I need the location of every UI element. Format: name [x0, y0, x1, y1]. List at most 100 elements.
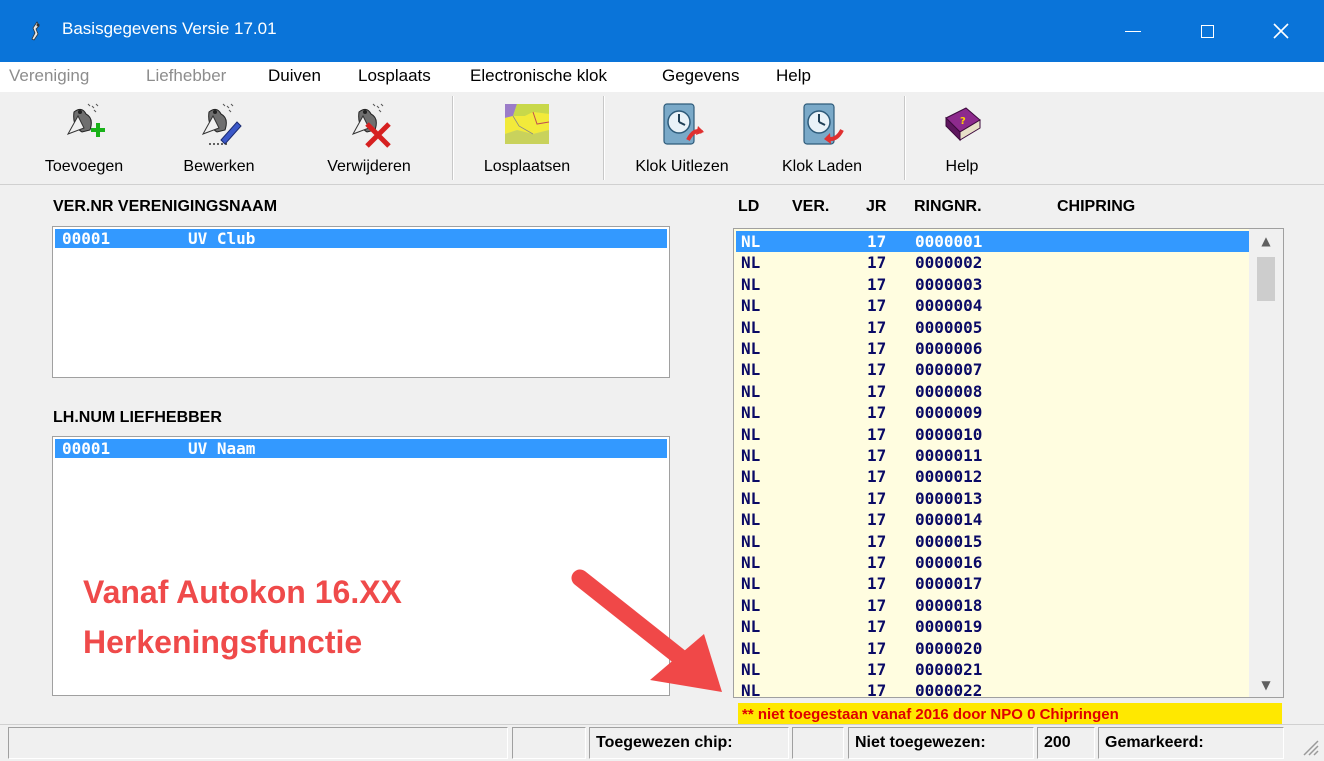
table-row[interactable]: NL 17 0000015	[736, 531, 1250, 552]
menu-gegevens[interactable]: Gegevens	[662, 66, 740, 86]
pigeon-ring-number: 0000019	[915, 617, 983, 637]
window-title: Basisgegevens Versie 17.01	[62, 19, 277, 38]
table-row[interactable]: NL 17 0000009	[736, 402, 1250, 423]
help-button[interactable]: ? Help	[922, 98, 1002, 180]
table-row[interactable]: NL 17 0000004	[736, 295, 1250, 316]
pigeon-ring-number: 0000011	[915, 446, 983, 465]
table-row[interactable]: NL 17 0000012	[736, 466, 1250, 487]
table-row[interactable]: NL 17 0000007	[736, 359, 1250, 380]
delete-button[interactable]: Verwijderen	[304, 98, 434, 180]
table-row[interactable]: NL 17 0000016	[736, 552, 1250, 573]
clubs-list[interactable]: 00001 UV Club	[52, 226, 670, 378]
table-row[interactable]: NL 17 0000010	[736, 424, 1250, 445]
pigeon-year: 17	[867, 595, 887, 615]
pigeon-country: NL	[741, 660, 761, 679]
table-row[interactable]: NL 17 0000001	[736, 231, 1250, 252]
table-row[interactable]: NL 17 0000019	[736, 616, 1250, 637]
delete-pigeon-icon	[351, 103, 391, 148]
table-row[interactable]: NL 17 0000005	[736, 317, 1250, 338]
pigeon-country: NL	[741, 296, 761, 316]
minimize-button[interactable]	[1096, 0, 1170, 62]
help-book-icon: ?	[945, 107, 981, 142]
add-button[interactable]: Toevoegen	[24, 98, 144, 180]
pigeon-year: 17	[867, 638, 887, 658]
pigeons-scrollbar[interactable]: ▲ ▼	[1249, 229, 1283, 697]
title-bar: Basisgegevens Versie 17.01	[0, 0, 1324, 62]
list-item[interactable]: 00001 UV Naam	[55, 439, 667, 458]
map-icon	[505, 104, 550, 144]
col-ver-nr: VER.NR	[53, 198, 114, 215]
pigeon-country: NL	[741, 638, 761, 658]
table-row[interactable]: NL 17 0000020	[736, 638, 1250, 659]
pigeon-year: 17	[867, 660, 887, 679]
col-ld: LD	[738, 198, 760, 215]
pigeon-year: 17	[867, 617, 887, 637]
assigned-chip-label: Toegewezen chip:	[589, 727, 789, 759]
resize-grip-icon[interactable]	[1298, 735, 1320, 757]
table-row[interactable]: NL 17 0000018	[736, 595, 1250, 616]
release-sites-label: Losplaatsen	[483, 158, 571, 175]
table-row[interactable]: NL 17 0000022	[736, 680, 1250, 698]
edit-button-label: Bewerken	[183, 158, 255, 175]
table-row[interactable]: NL 17 0000017	[736, 573, 1250, 594]
pigeon-country: NL	[741, 317, 761, 337]
scroll-down-icon[interactable]: ▼	[1249, 673, 1283, 697]
toolbar-separator	[452, 96, 454, 180]
col-chipring: CHIPRING	[1057, 198, 1136, 215]
pigeon-ring-number: 0000016	[915, 553, 983, 572]
table-row[interactable]: NL 17 0000008	[736, 381, 1250, 402]
fanciers-header: LH.NUM LIEFHEBBER	[53, 409, 222, 427]
pigeon-country: NL	[741, 274, 761, 294]
maximize-button[interactable]	[1170, 0, 1244, 62]
close-button[interactable]	[1244, 0, 1318, 62]
menu-help[interactable]: Help	[776, 66, 811, 86]
edit-button[interactable]: Bewerken	[164, 98, 274, 180]
status-cell-empty	[8, 727, 508, 759]
table-row[interactable]: NL 17 0000003	[736, 274, 1250, 295]
pigeon-country: NL	[741, 360, 761, 380]
release-sites-button[interactable]: Losplaatsen	[462, 98, 592, 180]
pigeon-year: 17	[867, 488, 887, 508]
menu-vereniging[interactable]: Vereniging	[9, 66, 89, 86]
pigeon-country: NL	[741, 446, 761, 465]
close-icon	[1273, 23, 1289, 39]
col-lh-num: LH.NUM	[53, 409, 116, 426]
table-row[interactable]: NL 17 0000013	[736, 488, 1250, 509]
clock-load-button[interactable]: Klok Laden	[762, 98, 882, 180]
table-row[interactable]: NL 17 0000011	[736, 445, 1250, 466]
pigeon-country: NL	[741, 595, 761, 615]
table-row[interactable]: NL 17 0000014	[736, 509, 1250, 530]
pigeon-ring-number: 0000006	[915, 339, 983, 358]
table-row[interactable]: NL 17 0000021	[736, 659, 1250, 680]
pigeon-year: 17	[867, 360, 887, 380]
col-verenigingsnaam: VERENIGINGSNAAM	[117, 198, 278, 215]
fancier-number: 00001	[62, 439, 111, 458]
col-ver: VER.	[792, 198, 830, 215]
table-row[interactable]: NL 17 0000006	[736, 338, 1250, 359]
scroll-thumb[interactable]	[1257, 257, 1275, 301]
col-liefhebber: LIEFHEBBER	[119, 409, 222, 426]
marked-label: Gemarkeerd:	[1098, 727, 1284, 759]
maximize-icon	[1200, 24, 1214, 38]
clock-read-button[interactable]: Klok Uitlezen	[612, 98, 752, 180]
pigeon-year: 17	[867, 681, 887, 698]
menu-duiven[interactable]: Duiven	[268, 66, 321, 86]
status-cell-empty	[512, 727, 586, 759]
pigeon-year: 17	[867, 381, 887, 401]
table-row[interactable]: NL 17 0000002	[736, 252, 1250, 273]
pigeon-ring-number: 0000005	[915, 317, 983, 337]
pigeon-country: NL	[741, 574, 761, 594]
pigeons-list[interactable]: NL 17 0000001 NL 17 0000002 NL 17 0000003 NL 17 000…	[733, 228, 1284, 698]
pigeon-country: NL	[741, 253, 761, 273]
menu-liefhebber[interactable]: Liefhebber	[146, 66, 226, 86]
list-item[interactable]: 00001 UV Club	[55, 229, 667, 248]
menu-electronische-klok[interactable]: Electronische klok	[470, 66, 607, 86]
clock-read-label: Klok Uitlezen	[635, 158, 729, 175]
pigeon-ring-number: 0000020	[915, 638, 983, 658]
toolbar: Toevoegen Bewerken Verwijderen Losplaats…	[0, 92, 1324, 185]
pigeon-country: NL	[741, 488, 761, 508]
svg-text:?: ?	[960, 116, 966, 127]
pigeon-year: 17	[867, 296, 887, 316]
menu-losplaats[interactable]: Losplaats	[358, 66, 431, 86]
scroll-up-icon[interactable]: ▲	[1249, 229, 1283, 253]
